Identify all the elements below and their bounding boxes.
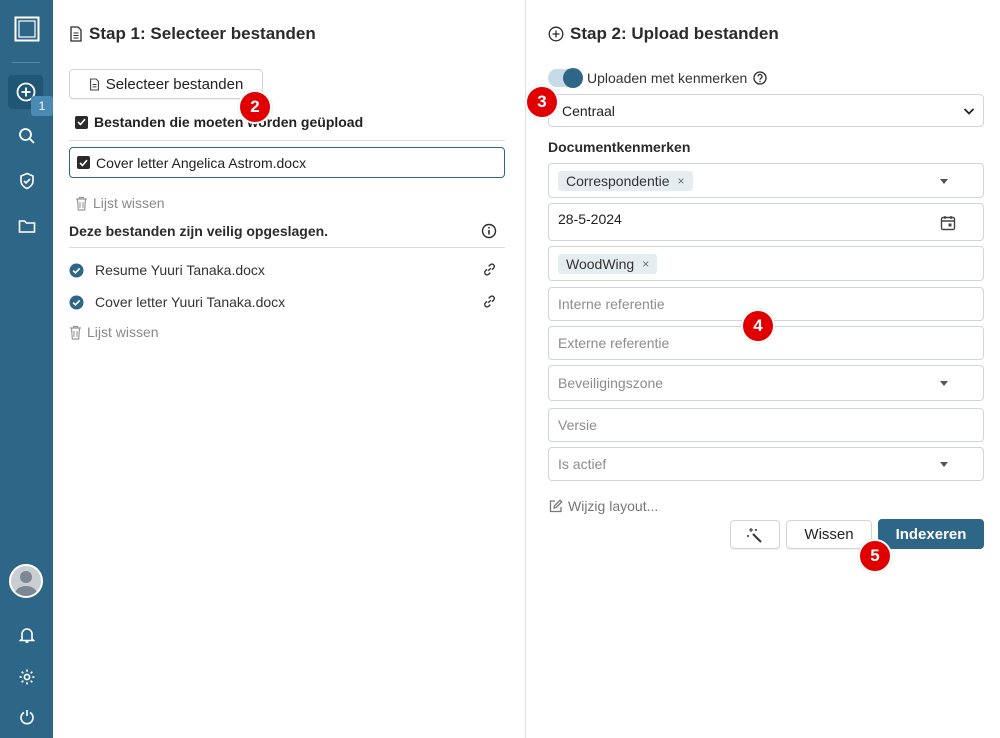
pending-files-header[interactable]: Bestanden die moeten worden geüpload (75, 114, 363, 130)
select-files-button[interactable]: Selecteer bestanden (69, 69, 263, 99)
clear-saved-text: Lijst wissen (87, 324, 159, 340)
version-placeholder: Versie (558, 417, 597, 433)
category-chip: Correspondentie × (558, 170, 693, 191)
check-circle-icon (69, 263, 84, 277)
edit-layout-text: Wijzig layout... (568, 498, 659, 514)
internal-reference-placeholder: Interne referentie (558, 296, 665, 312)
index-button[interactable]: Indexeren (878, 519, 984, 549)
edit-layout-link[interactable]: Wijzig layout... (548, 498, 658, 514)
security-zone-select[interactable]: Beveiligingszone (548, 365, 984, 401)
caret-down-icon (940, 178, 948, 184)
magic-wand-icon (747, 527, 762, 543)
is-active-select[interactable]: Is actief (548, 447, 984, 481)
caret-down-icon (940, 462, 948, 467)
plus-circle-icon (548, 26, 564, 42)
notifications-button[interactable] (0, 624, 53, 646)
pending-file-item[interactable]: Cover letter Angelica Astrom.docx (69, 147, 505, 178)
step1-title: Stap 1: Selecteer bestanden (69, 24, 316, 44)
check-circle-icon (69, 295, 84, 309)
link-icon[interactable] (482, 262, 497, 277)
upload-with-metadata-toggle[interactable] (548, 68, 583, 88)
remove-chip-icon[interactable]: × (642, 257, 649, 271)
clear-button[interactable]: Wissen (786, 520, 872, 549)
step-marker-4: 4 (741, 309, 775, 343)
shield-icon (19, 172, 34, 190)
upload-with-metadata-toggle-row: Uploaden met kenmerken (548, 68, 767, 88)
saved-file-item: Resume Yuuri Tanaka.docx (69, 260, 497, 280)
tag-field[interactable]: WoodWing × (548, 246, 984, 281)
pending-file-name: Cover letter Angelica Astrom.docx (96, 154, 307, 171)
step-marker-5: 5 (858, 539, 892, 573)
document-icon (70, 26, 82, 42)
security-zone-placeholder: Beveiligingszone (558, 375, 664, 391)
upload-count-badge: 1 (31, 96, 53, 116)
toggle-label: Uploaden met kenmerken (587, 70, 748, 86)
step1-title-text: Stap 1: Selecteer bestanden (89, 24, 316, 43)
logout-button[interactable] (0, 706, 53, 728)
bell-icon (18, 628, 35, 643)
index-button-label: Indexeren (895, 525, 967, 543)
file-checkbox[interactable] (77, 156, 90, 169)
settings-button[interactable] (0, 666, 53, 688)
info-icon[interactable] (481, 223, 497, 244)
version-input[interactable]: Versie (548, 408, 984, 442)
magic-wand-button[interactable] (730, 520, 780, 549)
date-value: 28-5-2024 (558, 211, 622, 227)
tag-chip-label: WoodWing (566, 255, 635, 272)
pending-files-header-text: Bestanden die moeten worden geüpload (94, 114, 364, 130)
trash-icon (70, 325, 81, 340)
select-files-label: Selecteer bestanden (105, 75, 244, 93)
clear-pending-link[interactable]: Lijst wissen (75, 195, 165, 211)
metadata-section-label: Documentkenmerken (548, 139, 691, 155)
saved-file-name: Resume Yuuri Tanaka.docx (95, 262, 265, 278)
location-select-value: Centraal (562, 102, 615, 119)
sidebar: 1 (0, 0, 53, 738)
gear-icon (19, 669, 34, 685)
step2-title-text: Stap 2: Upload bestanden (570, 24, 779, 43)
saved-file-item: Cover letter Yuuri Tanaka.docx (69, 292, 497, 312)
remove-chip-icon[interactable]: × (678, 174, 685, 188)
trash-icon (76, 196, 87, 211)
saved-file-name: Cover letter Yuuri Tanaka.docx (95, 294, 286, 310)
upload-files-panel: Stap 2: Upload bestanden Uploaden met ke… (527, 0, 1000, 738)
caret-down-icon (940, 381, 948, 386)
saved-files-header: Deze bestanden zijn veilig opgeslagen. (69, 223, 329, 239)
location-select[interactable]: Centraal (548, 94, 984, 127)
help-icon[interactable] (753, 71, 767, 85)
app-logo-icon[interactable] (0, 12, 53, 46)
chevron-down-icon (963, 107, 975, 115)
user-avatar[interactable] (9, 564, 43, 598)
calendar-icon[interactable] (940, 215, 956, 231)
date-field[interactable]: 28-5-2024 (548, 203, 984, 241)
step-marker-2: 2 (238, 90, 272, 124)
folder-icon (18, 220, 35, 233)
divider (69, 247, 505, 248)
divider (69, 140, 505, 141)
search-icon (18, 128, 35, 144)
select-files-panel: Stap 1: Selecteer bestanden Selecteer be… (53, 0, 526, 738)
folder-nav-button[interactable] (0, 215, 53, 237)
edit-icon (549, 498, 563, 512)
avatar-icon (14, 571, 38, 596)
power-icon (19, 710, 34, 725)
document-icon (89, 77, 99, 91)
clear-pending-text: Lijst wissen (93, 195, 165, 211)
step-marker-3: 3 (525, 85, 559, 119)
category-chip-label: Correspondentie (566, 172, 670, 189)
external-reference-placeholder: Externe referentie (558, 335, 670, 351)
search-nav-button[interactable] (0, 125, 53, 147)
category-field[interactable]: Correspondentie × (548, 163, 984, 198)
clear-saved-link[interactable]: Lijst wissen (69, 324, 159, 340)
security-nav-button[interactable] (0, 170, 53, 192)
clear-button-label: Wissen (804, 526, 854, 543)
tag-chip: WoodWing × (558, 253, 658, 274)
sidebar-divider (12, 62, 40, 63)
is-active-placeholder: Is actief (558, 456, 607, 472)
link-icon[interactable] (482, 294, 497, 309)
select-all-checkbox[interactable] (75, 115, 88, 129)
step2-title: Stap 2: Upload bestanden (548, 24, 779, 44)
